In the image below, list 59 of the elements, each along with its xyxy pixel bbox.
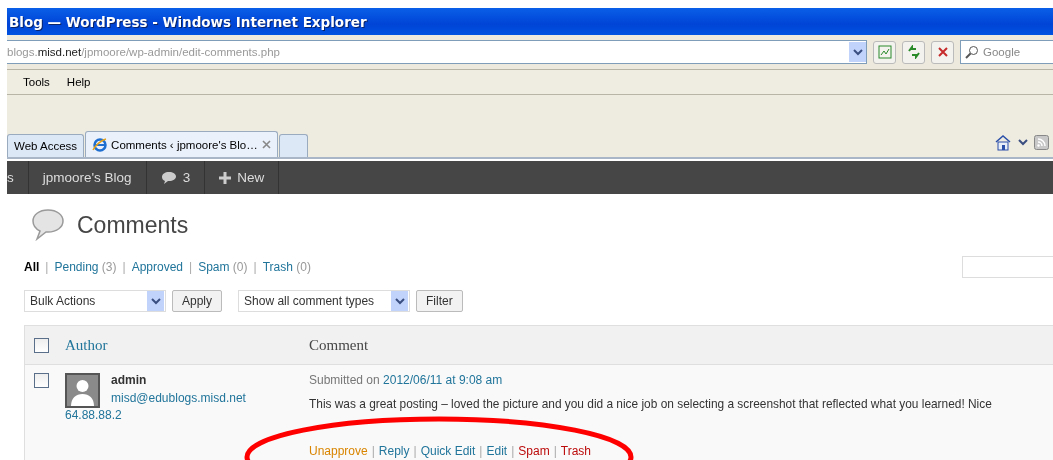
comment-text: This was a great posting – loved the picture and you did a nice job on selecting a screenshot that reflected what you learned! Nice [309, 397, 992, 411]
row-action-link[interactable]: Trash [560, 444, 591, 458]
admin-bar-item[interactable]: 3 [146, 161, 206, 194]
filter-link[interactable]: Approved [131, 260, 184, 274]
comment-type-select[interactable]: Show all comment types [238, 290, 411, 312]
separator: | [413, 444, 417, 458]
filter-button[interactable]: Filter [416, 290, 463, 312]
author-ip[interactable]: 64.88.88.2 [65, 408, 309, 422]
author-email[interactable]: misd@edublogs.misd.net [111, 391, 246, 405]
admin-bar-label: 3 [182, 170, 191, 185]
row-action-link[interactable]: Spam [518, 444, 550, 458]
admin-bar-item[interactable]: New [205, 161, 280, 194]
separator: | [45, 260, 49, 274]
page-title: Comments [77, 211, 189, 239]
search-field[interactable] [962, 256, 1053, 278]
plus-icon [219, 171, 232, 184]
menu-item[interactable]: Help [66, 76, 91, 88]
address-field[interactable]: blogs.misd.net/jpmoore/wp-admin/edit-comments.php [7, 40, 867, 64]
comment-date-link[interactable]: 2012/06/11 at 9:08 am [383, 373, 503, 387]
home-icon[interactable] [994, 133, 1012, 151]
author-name: admin [111, 373, 148, 387]
separator: | [122, 260, 126, 274]
checkbox[interactable] [34, 373, 49, 388]
separator: | [479, 444, 483, 458]
filter-link[interactable]: Pending (3) [54, 260, 117, 274]
browser-tab[interactable]: Web Access [7, 134, 85, 157]
stop-icon[interactable] [931, 40, 954, 64]
filter-link[interactable]: All [24, 260, 40, 274]
close-icon[interactable] [261, 140, 271, 149]
speech-bubble-icon [31, 208, 65, 242]
refresh-icon[interactable] [902, 40, 925, 64]
feed-icon[interactable] [1034, 134, 1049, 150]
search-field[interactable]: Google [960, 40, 1053, 64]
column-header: Comment [309, 336, 369, 354]
separator: | [553, 444, 557, 458]
column-header[interactable]: Author [65, 336, 309, 354]
separator: | [189, 260, 193, 274]
browser-icon [92, 137, 108, 152]
separator: | [371, 444, 375, 458]
admin-bar-item[interactable]: s [7, 161, 29, 194]
avatar-icon [65, 373, 100, 408]
apply-button[interactable]: Apply [172, 290, 223, 312]
menu-item[interactable]: Tools [23, 76, 50, 88]
speech-bubble-icon [160, 170, 177, 185]
separator: | [253, 260, 257, 274]
search-icon [965, 45, 979, 59]
row-action-link[interactable]: Reply [378, 444, 410, 458]
checkbox[interactable] [34, 337, 49, 353]
admin-bar-item[interactable]: jpmoore's Blog [28, 161, 147, 194]
browser-tab[interactable]: Comments ‹ jpmoore's Blo… [85, 131, 278, 157]
submitted-line: Submitted on 2012/06/11 at 9:08 am [309, 373, 504, 387]
filter-link[interactable]: Trash (0) [262, 260, 311, 274]
row-action-link[interactable]: Edit [486, 444, 508, 458]
filter-link[interactable]: Spam (0) [198, 260, 248, 274]
window-title: Blog — WordPress - Windows Internet Explorer [9, 13, 367, 30]
admin-bar-label: New [237, 170, 265, 185]
separator: | [511, 444, 515, 458]
row-action-link[interactable]: Quick Edit [420, 444, 476, 458]
bulk-actions-select[interactable]: Bulk Actions [24, 290, 166, 312]
